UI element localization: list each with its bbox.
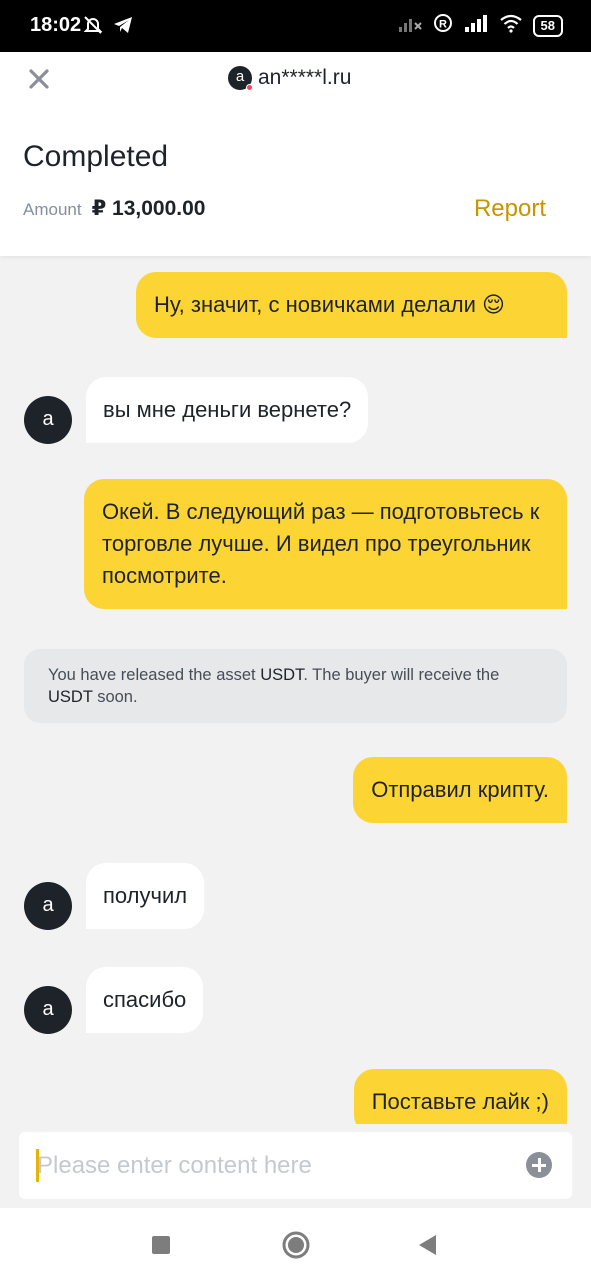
- report-button[interactable]: Report: [474, 195, 546, 223]
- incoming-message: вы мне деньги вернете?: [86, 377, 369, 443]
- status-time: 18:02: [30, 14, 82, 36]
- plus-circle-icon[interactable]: [526, 1152, 552, 1178]
- back-triangle-icon[interactable]: [418, 1234, 438, 1261]
- incoming-message: получил: [86, 863, 205, 929]
- system-nav-bar: [0, 1208, 591, 1280]
- counterparty[interactable]: a an*****l.ru: [228, 66, 352, 91]
- order-header: a an*****l.ru Completed Amount ₽ 13,000.…: [0, 52, 591, 256]
- system-message: You have released the asset USDT. The bu…: [24, 649, 567, 723]
- recents-square-icon[interactable]: [151, 1235, 171, 1260]
- wifi-icon: [499, 13, 523, 38]
- battery-icon: 58: [532, 14, 563, 37]
- svg-text:R: R: [439, 19, 447, 31]
- amount-row: Amount ₽ 13,000.00: [23, 196, 205, 221]
- amount-value: ₽ 13,000.00: [91, 197, 206, 220]
- telegram-icon: [112, 14, 134, 41]
- chat-messages[interactable]: Ну, значит, с новичками делали 😌 a вы мн…: [0, 256, 591, 1124]
- avatar: a: [24, 882, 72, 930]
- online-dot-icon: [246, 84, 253, 91]
- order-status: Completed: [23, 140, 169, 173]
- outgoing-message: Отправил крипту.: [353, 757, 567, 823]
- amount-label: Amount: [23, 200, 82, 219]
- outgoing-message: Ну, значит, с новичками делали 😌: [136, 272, 567, 338]
- outgoing-message: Окей. В следующий раз — подготовьтесь к …: [84, 479, 567, 609]
- status-bar: 18:02 R 58: [0, 0, 591, 52]
- message-input-bar: [19, 1132, 572, 1199]
- home-circle-icon[interactable]: [282, 1231, 310, 1264]
- text-caret: [36, 1149, 39, 1182]
- message-input[interactable]: [37, 1132, 517, 1199]
- close-button[interactable]: [22, 62, 56, 96]
- avatar: a: [24, 986, 72, 1034]
- mute-icon: [82, 14, 104, 41]
- close-icon: [29, 69, 49, 89]
- outgoing-message: Поставьте лайк ;): [353, 1069, 567, 1124]
- counterparty-name: an*****l.ru: [258, 66, 352, 89]
- signal-icon: [463, 13, 489, 38]
- avatar: a: [24, 396, 72, 444]
- incoming-message: спасибо: [86, 967, 204, 1033]
- registered-icon: R: [433, 13, 453, 38]
- counterparty-avatar: a: [228, 66, 253, 91]
- signal-x-icon: [397, 13, 423, 38]
